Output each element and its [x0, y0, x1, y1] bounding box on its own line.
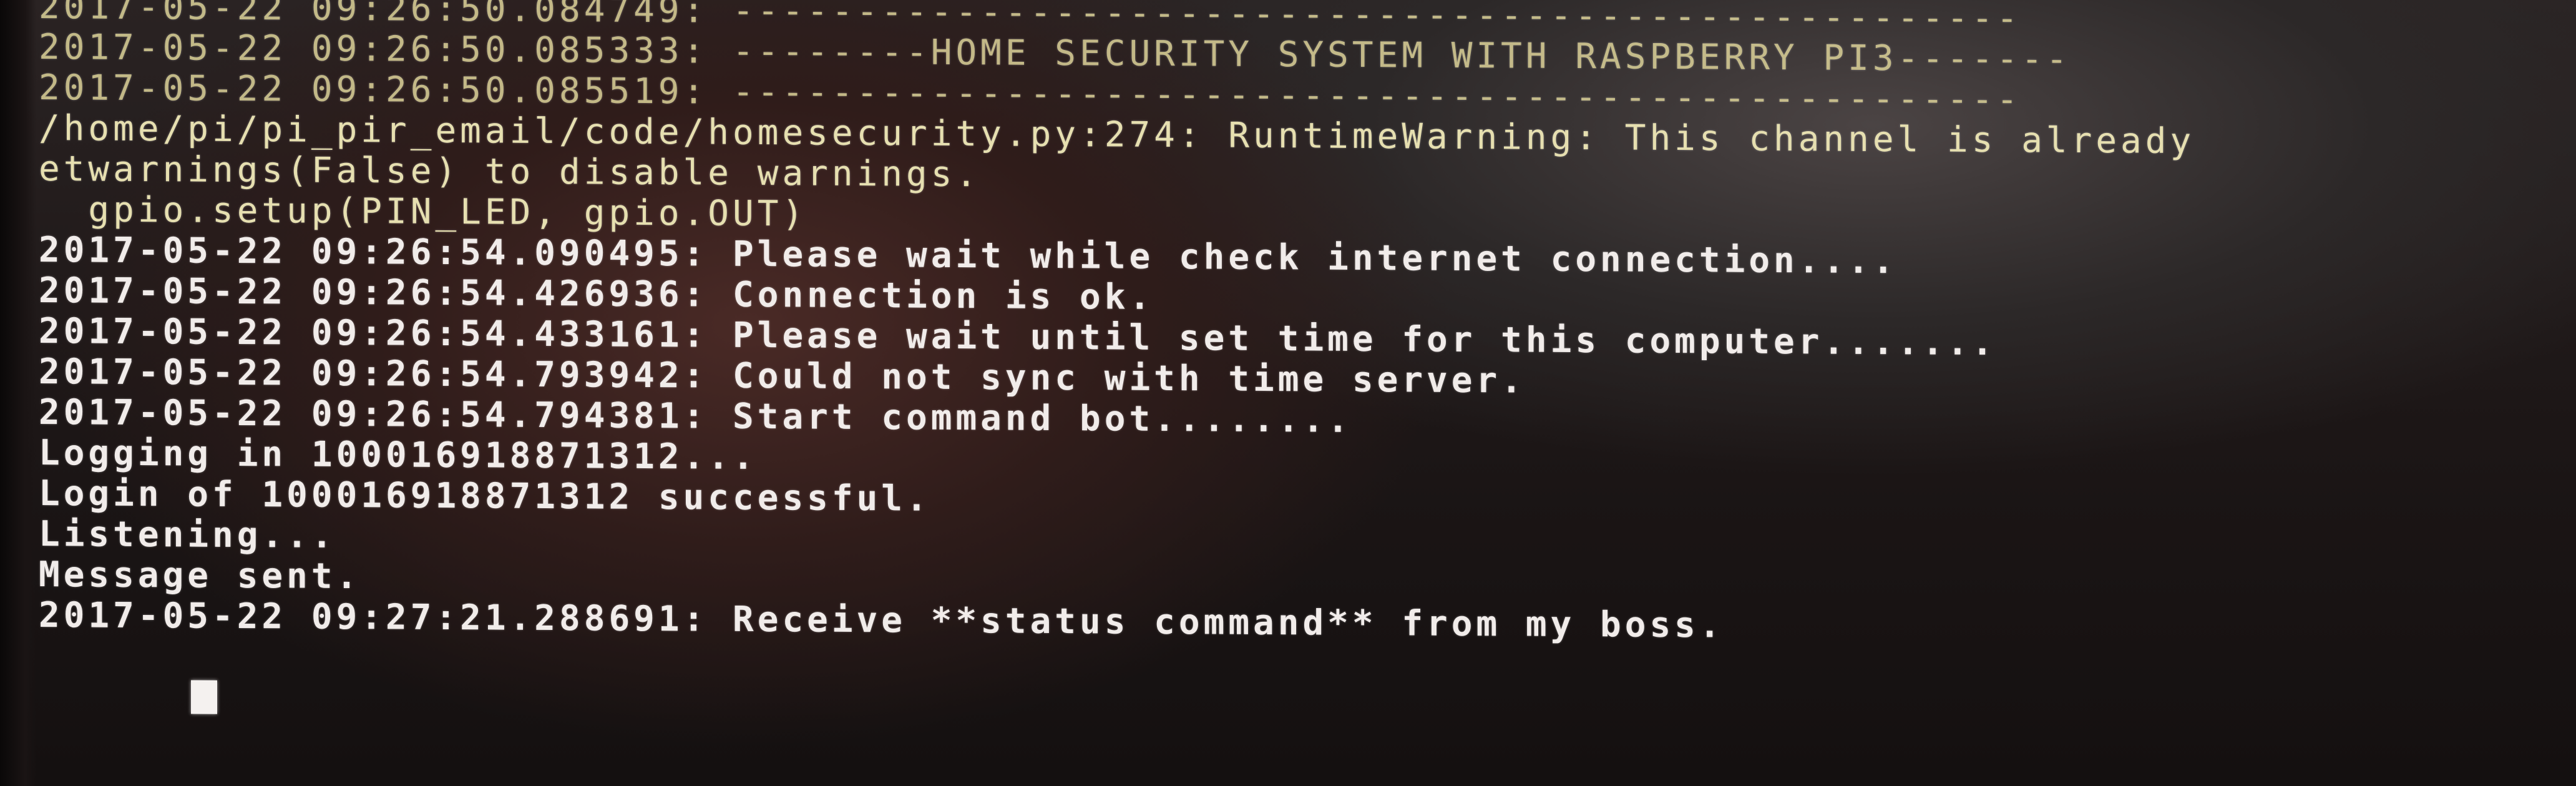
photographed-screen: 2017-05-22 09:26:50.084749: ------------… — [0, 0, 2576, 786]
terminal-output[interactable]: 2017-05-22 09:26:50.084749: ------------… — [39, 0, 2547, 714]
text-cursor — [191, 680, 218, 714]
monitor-bezel — [0, 0, 36, 786]
